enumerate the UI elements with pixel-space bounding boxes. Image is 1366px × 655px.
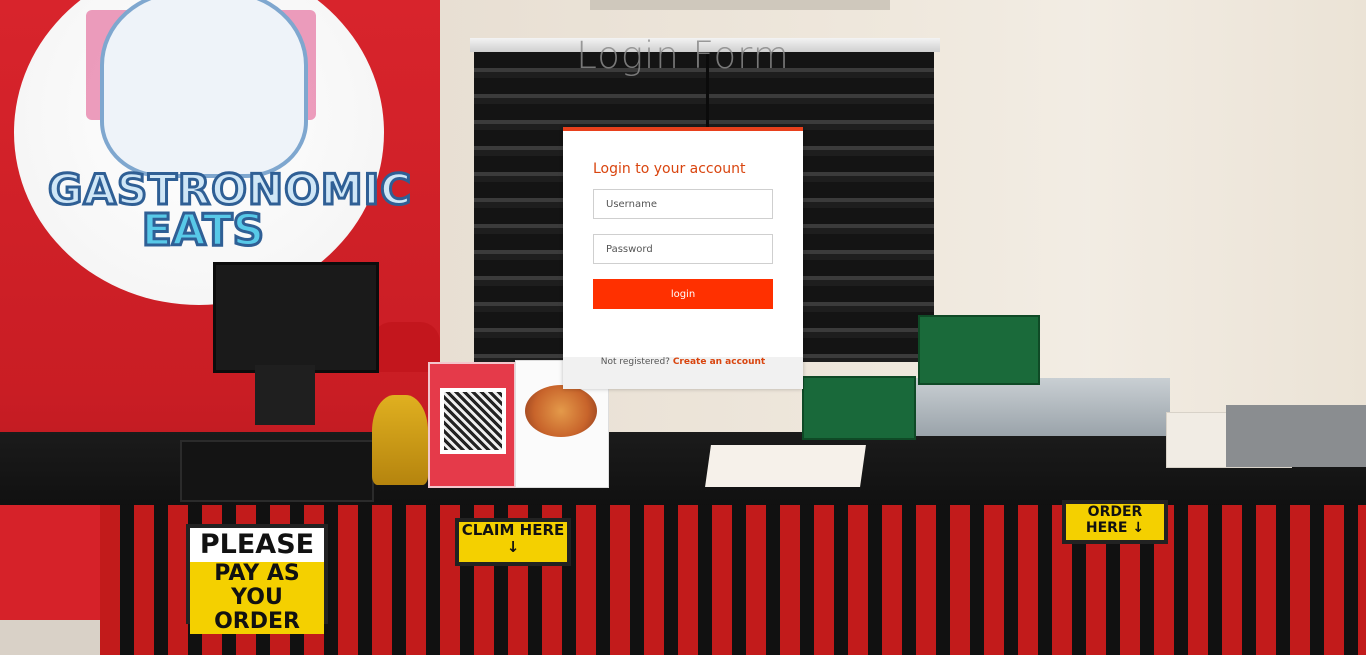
pos-monitor bbox=[213, 262, 379, 373]
create-account-link[interactable]: Create an account bbox=[673, 357, 765, 367]
cash-register bbox=[180, 440, 374, 502]
floor bbox=[0, 620, 100, 655]
lucky-cat-figurine bbox=[372, 395, 428, 485]
register-footer: Not registered? Create an account bbox=[563, 357, 803, 389]
logo-text-line2: EATS bbox=[140, 204, 265, 258]
username-input[interactable] bbox=[593, 189, 773, 219]
beer-crate bbox=[802, 376, 916, 440]
login-button[interactable]: login bbox=[593, 279, 773, 309]
password-input[interactable] bbox=[593, 234, 773, 264]
sign-please-bottom: PAY AS YOU ORDER bbox=[190, 562, 324, 634]
sign-claim-here: CLAIM HERE ↓ bbox=[455, 518, 571, 566]
pos-monitor-stand bbox=[255, 365, 315, 425]
sign-please-top: PLEASE bbox=[190, 528, 324, 562]
qr-code bbox=[440, 388, 506, 454]
paper-menu bbox=[705, 445, 866, 487]
beer-crate bbox=[918, 315, 1040, 385]
not-registered-text: Not registered? bbox=[600, 357, 670, 367]
cooler bbox=[910, 378, 1170, 436]
sign-please-pay: PLEASE PAY AS YOU ORDER bbox=[186, 524, 328, 634]
ceiling-vent bbox=[590, 0, 890, 10]
utensil-tray bbox=[1226, 405, 1366, 467]
sign-order-here: ORDER HERE ↓ bbox=[1062, 500, 1168, 544]
logo-chef-figure bbox=[100, 0, 308, 178]
page-title: Login Form bbox=[576, 34, 790, 77]
login-heading: Login to your account bbox=[593, 161, 746, 177]
menu-card-photo bbox=[525, 385, 597, 437]
login-card: Login to your account login Not register… bbox=[563, 127, 803, 389]
